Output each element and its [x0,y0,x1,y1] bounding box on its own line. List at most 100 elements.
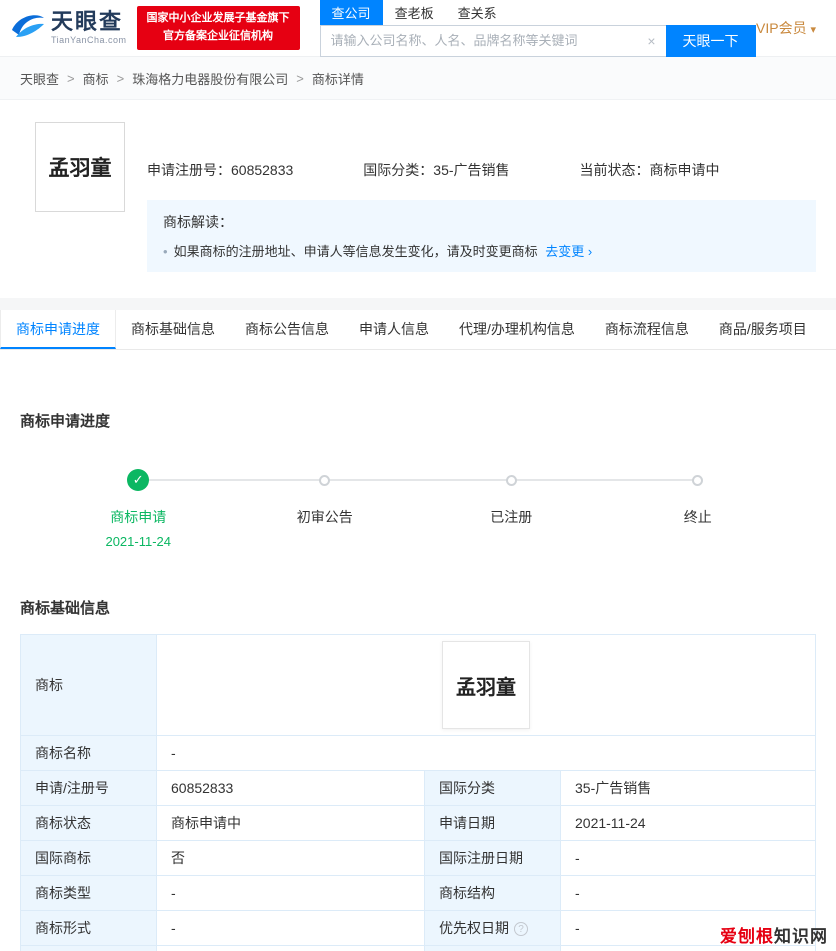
tab-process-info[interactable]: 商标流程信息 [590,310,704,349]
progress-section-title: 商标申请进度 [20,413,111,430]
table-row: 商标名称 - [20,735,816,771]
breadcrumb: 天眼查 > 商标 > 珠海格力电器股份有限公司 > 商标详情 [0,56,836,100]
vip-label: VIP会员 [756,20,807,36]
row-label: 优先权日期? [424,910,561,946]
section-divider [0,298,836,310]
step-date: 2021-11-24 [105,534,172,549]
table-row: 申请/注册号 60852833 国际分类 35-广告销售 [20,770,816,806]
chevron-down-icon: ▾ [810,24,816,36]
table-row: 后期指定日期? - 是否共有商标? 否 [20,945,816,951]
row-label: 申请/注册号 [20,770,157,806]
row-label: 商标名称 [20,735,157,771]
registration-number-field: 申请注册号：60852833 [147,162,294,178]
breadcrumb-current: 商标详情 [311,71,364,87]
tab-agency-info[interactable]: 代理/办理机构信息 [444,310,590,349]
row-value: - [560,840,816,876]
search-input[interactable] [319,24,666,57]
tab-basic-info[interactable]: 商标基础信息 [116,310,230,349]
interpretation-text: • 如果商标的注册地址、申请人等信息发生变化，请及时变更商标 去变更 › [163,244,593,259]
row-value: 否 [156,840,425,876]
row-value: - [156,945,425,951]
basic-info-table: 商标 孟羽童 商标名称 - 申请/注册号 60852833 国际分类 35-广告… [20,634,816,951]
summary-fields: 申请注册号：60852833 国际分类：35-广告销售 当前状态：商标申请中 [147,160,816,180]
tab-gazette-info[interactable]: 公告信息 [822,310,836,349]
trademark-interpretation-box: 商标解读： • 如果商标的注册地址、申请人等信息发生变化，请及时变更商标 去变更 … [147,200,816,272]
row-value: 商标申请中 [156,805,425,841]
table-row: 商标形式 - 优先权日期? - [20,910,816,946]
table-row: 商标 孟羽童 [20,634,816,736]
search-tab-boss[interactable]: 查老板 [383,0,446,25]
search-button[interactable]: 天眼一下 [665,24,756,57]
row-label: 国际商标 [20,840,157,876]
search-tab-company[interactable]: 查公司 [319,0,383,25]
timeline-step-preliminary: 初审公告 [138,469,419,549]
pending-dot-icon [319,474,331,486]
site-watermark: 爱刨根知识网 [720,927,828,946]
timeline-step-applied: ✓ 商标申请 2021-11-24 [45,469,232,549]
breadcrumb-company[interactable]: 珠海格力电器股份有限公司 [132,69,288,88]
row-label: 后期指定日期? [20,945,157,951]
current-status-field: 当前状态：商标申请中 [579,162,720,178]
trademark-image-text: 孟羽童 [48,155,112,180]
table-row: 国际商标 否 国际注册日期 - [20,840,816,876]
search-tabs: 查公司 查老板 查关系 [319,0,756,25]
badge-line-2: 官方备案企业征信机构 [163,30,274,42]
tianyancha-logo-icon [10,11,46,46]
table-row: 商标类型 - 商标结构 - [20,875,816,911]
interpretation-title: 商标解读： [163,214,233,230]
vip-menu[interactable]: VIP会员 ▾ [756,18,816,38]
clear-icon[interactable]: × [647,33,655,49]
row-value: - [156,910,425,946]
breadcrumb-separator: > [116,70,125,86]
row-value: - [560,875,816,911]
row-label: 国际注册日期 [424,840,561,876]
official-badge: 国家中小企业发展子基金旗下 官方备案企业征信机构 [136,6,300,50]
row-value: - [156,875,425,911]
tab-applicant-info[interactable]: 申请人信息 [344,310,444,349]
breadcrumb-home[interactable]: 天眼查 [20,69,59,88]
row-label: 商标形式 [20,910,157,946]
logo-domain: TianYanCha.com [51,35,127,45]
main-content: 商标申请进度 ✓ 商标申请 2021-11-24 初审公告 已注册 终止 商标基… [0,410,836,951]
row-value: 60852833 [156,770,425,806]
row-label: 国际分类 [424,770,561,806]
bullet-icon: • [163,244,168,259]
check-icon: ✓ [127,469,150,491]
tianyancha-logo[interactable]: 天眼查 TianYanCha.com [10,11,127,46]
search-tab-relation[interactable]: 查关系 [446,0,509,25]
timeline-step-registered: 已注册 [324,469,605,549]
application-timeline: ✓ 商标申请 2021-11-24 初审公告 已注册 终止 [20,469,816,549]
logo-title: 天眼查 [51,9,124,34]
timeline-step-terminated: 终止 [511,469,792,549]
row-value: 35-广告销售 [560,770,816,806]
site-header: 天眼查 TianYanCha.com 国家中小企业发展子基金旗下 官方备案企业征… [0,0,836,57]
row-label: 是否共有商标? [424,945,561,951]
info-icon[interactable]: ? [514,922,528,936]
badge-line-1: 国家中小企业发展子基金旗下 [146,12,290,25]
breadcrumb-separator: > [296,70,304,86]
change-trademark-link[interactable]: 去变更 › [545,244,592,259]
row-value: - [156,735,816,771]
search-area: 查公司 查老板 查关系 × 天眼一下 [319,0,756,57]
row-label: 商标类型 [20,875,157,911]
trademark-image-small: 孟羽童 [442,641,530,729]
row-label: 商标状态 [20,805,157,841]
international-class-field: 国际分类：35-广告销售 [363,162,510,178]
pending-dot-icon [505,474,517,486]
tab-application-progress[interactable]: 商标申请进度 [0,310,116,349]
arrow-icon: › [587,244,593,259]
row-value: 2021-11-24 [560,805,816,841]
row-label: 商标 [20,634,157,736]
detail-tabs: 商标申请进度 商标基础信息 商标公告信息 申请人信息 代理/办理机构信息 商标流… [0,310,836,350]
basic-info-section-title: 商标基础信息 [20,600,111,617]
tab-announcement-info[interactable]: 商标公告信息 [230,310,344,349]
table-row: 商标状态 商标申请中 申请日期 2021-11-24 [20,805,816,841]
trademark-image: 孟羽童 [35,122,125,212]
breadcrumb-trademark[interactable]: 商标 [83,69,109,88]
tab-goods-services[interactable]: 商品/服务项目 [704,310,822,349]
trademark-summary: 孟羽童 申请注册号：60852833 国际分类：35-广告销售 当前状态：商标申… [0,100,836,298]
row-label: 商标结构 [424,875,561,911]
row-label: 申请日期 [424,805,561,841]
breadcrumb-separator: > [67,70,75,86]
pending-dot-icon [692,474,704,486]
